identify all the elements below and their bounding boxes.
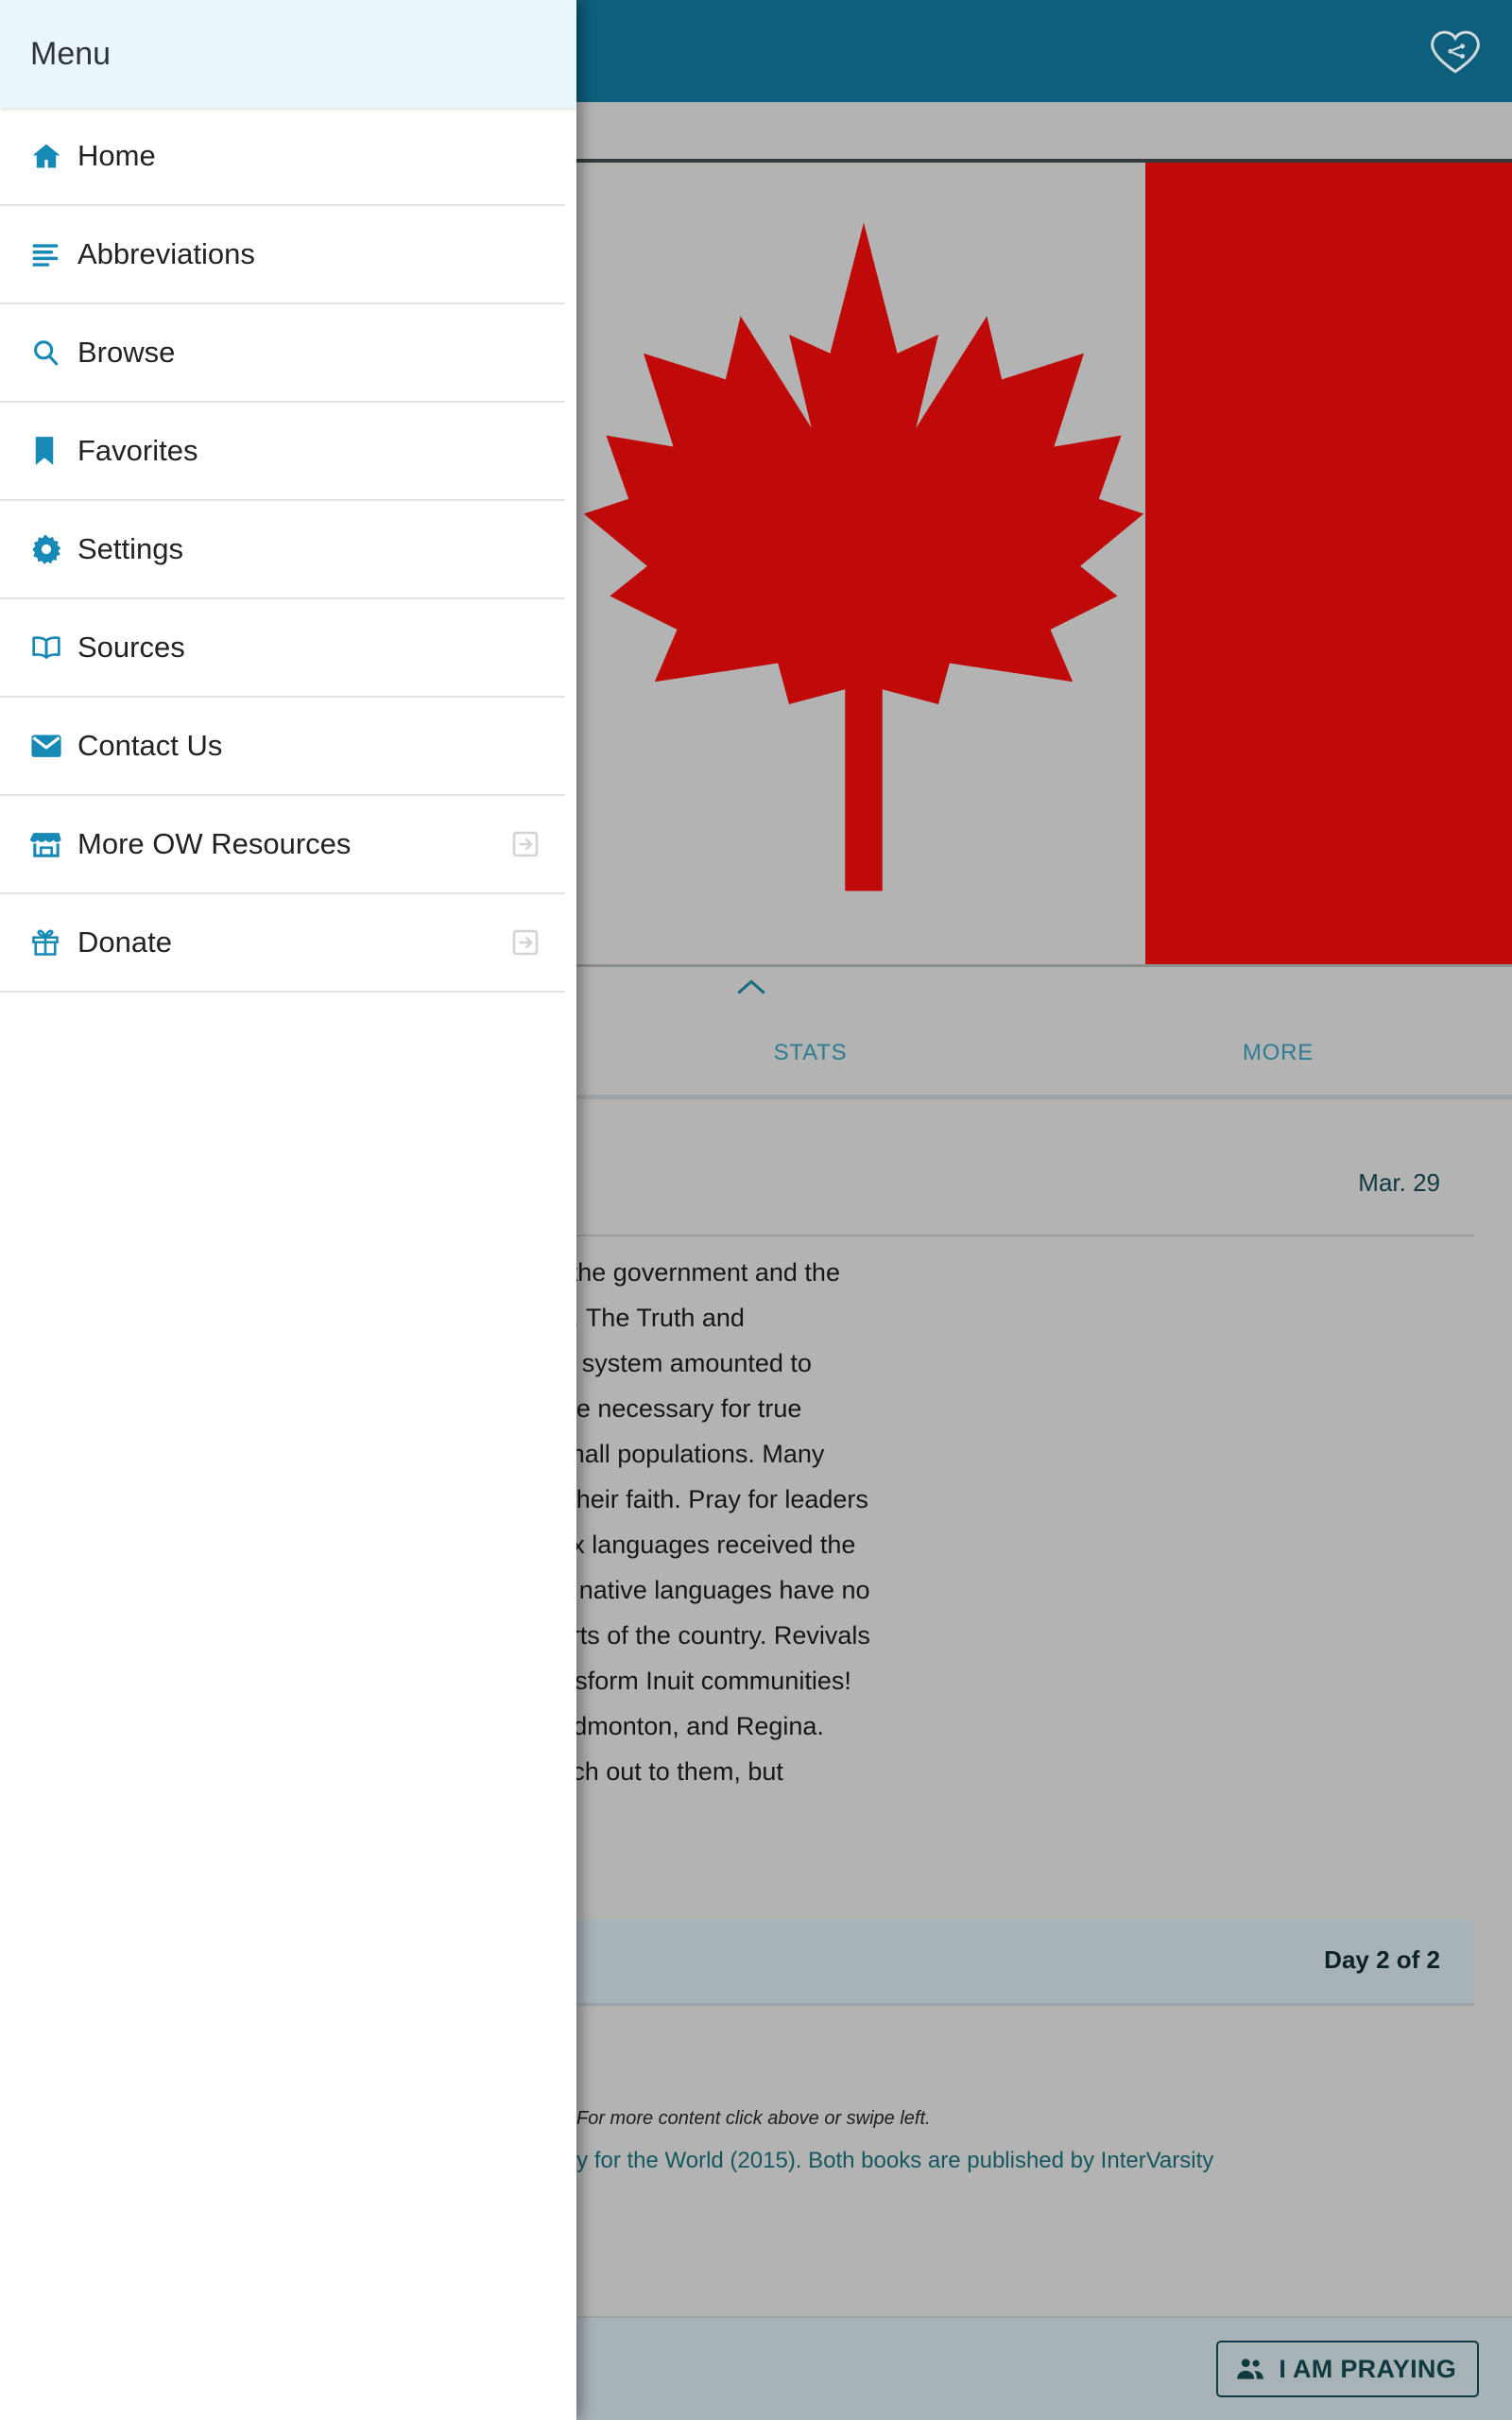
menu-item-label: Home <box>77 139 156 172</box>
day-counter-bar: Day 2 of 2 <box>576 1919 1474 2006</box>
maple-leaf-icon <box>583 222 1144 891</box>
open-book-icon <box>30 633 72 662</box>
tabs-underline <box>576 1095 1512 1099</box>
menu-item-label: Settings <box>77 532 184 565</box>
content-tabs: STATS MORE <box>576 1030 1512 1076</box>
flag-of-canada <box>576 159 1512 967</box>
menu-item-settings[interactable]: Settings <box>0 501 565 599</box>
menu-item-label: Sources <box>77 631 185 664</box>
i-am-praying-button[interactable]: I AM PRAYING <box>1216 2341 1479 2397</box>
entry-header-card: Mar. 29 <box>576 1134 1474 1236</box>
external-link-icon <box>510 829 541 859</box>
i-am-praying-label: I AM PRAYING <box>1279 2354 1456 2383</box>
home-icon <box>30 140 72 172</box>
envelope-icon <box>30 733 72 759</box>
menu-item-donate[interactable]: Donate <box>0 894 565 993</box>
gear-icon <box>30 533 72 565</box>
navigation-drawer: Menu Home Abbreviations Browse Favorites… <box>0 0 576 2420</box>
heart-share-icon[interactable] <box>1419 15 1491 87</box>
menu-item-abbreviations[interactable]: Abbreviations <box>0 206 565 304</box>
menu-item-more-ow-resources[interactable]: More OW Resources <box>0 796 565 894</box>
tab-more[interactable]: MORE <box>1044 1040 1512 1066</box>
people-icon <box>1235 2357 1265 2381</box>
menu-item-label: Abbreviations <box>77 237 255 270</box>
day-counter: Day 2 of 2 <box>1324 1945 1440 1974</box>
menu-item-label: Favorites <box>77 434 198 467</box>
bottom-action-bar: I AM PRAYING <box>576 2316 1512 2420</box>
flag-red-band <box>1145 163 1512 964</box>
menu-item-home[interactable]: Home <box>0 108 565 206</box>
chevron-up-icon[interactable] <box>728 968 775 1006</box>
menu-item-browse[interactable]: Browse <box>0 304 565 403</box>
menu-item-label: Donate <box>77 925 172 959</box>
menu-item-label: More OW Resources <box>77 827 352 860</box>
menu-item-label: Contact Us <box>77 729 223 762</box>
list-lines-icon <box>30 239 72 269</box>
tab-stats[interactable]: STATS <box>576 1040 1044 1066</box>
search-icon <box>30 337 72 368</box>
drawer-menu-list: Home Abbreviations Browse Favorites Sett… <box>0 108 576 993</box>
menu-item-contact-us[interactable]: Contact Us <box>0 698 565 796</box>
entry-date: Mar. 29 <box>1358 1168 1440 1197</box>
menu-item-sources[interactable]: Sources <box>0 599 565 698</box>
menu-item-label: Browse <box>77 336 176 369</box>
drawer-header: Menu <box>0 0 576 108</box>
country-flag-image[interactable] <box>576 102 1512 1076</box>
entry-body-card: d shameful treatment in the past. Both t… <box>132 1238 1474 1919</box>
gift-icon <box>30 926 72 959</box>
external-link-icon <box>510 927 541 958</box>
menu-item-favorites[interactable]: Favorites <box>0 403 565 501</box>
bookmark-icon <box>30 435 72 467</box>
drawer-title: Menu <box>30 35 112 72</box>
storefront-icon <box>30 829 72 859</box>
